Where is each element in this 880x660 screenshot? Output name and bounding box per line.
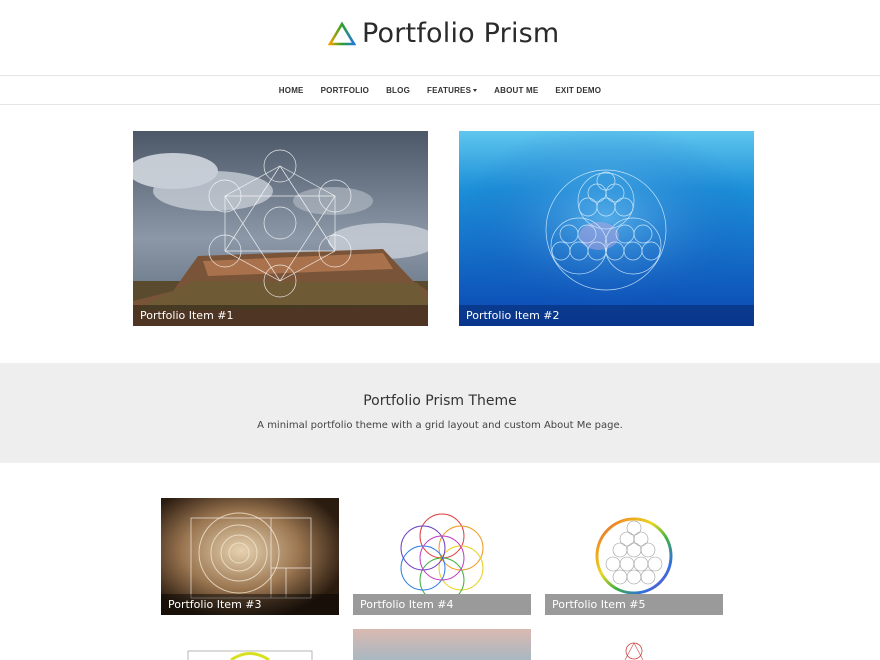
site-header: Portfolio Prism — [0, 0, 880, 75]
prism-triangle-icon — [328, 21, 356, 45]
caret-down-icon — [473, 88, 478, 92]
portfolio-tile-1[interactable]: Portfolio Item #1 — [133, 131, 428, 326]
nav-features[interactable]: Features — [427, 85, 478, 95]
mesa-image — [133, 131, 428, 326]
portfolio-tile-8[interactable] — [545, 629, 723, 660]
nav-features-label: Features — [427, 85, 472, 95]
intro-band: Portfolio Prism Theme A minimal portfoli… — [0, 363, 880, 463]
nav-portfolio[interactable]: Portfolio — [321, 86, 369, 95]
portfolio-tile-7[interactable] — [353, 629, 531, 660]
portfolio-tile-5[interactable]: Portfolio Item #5 — [545, 498, 723, 615]
sky-image — [353, 629, 531, 660]
nav-home[interactable]: Home — [279, 86, 304, 95]
circle-pattern-image — [545, 629, 723, 660]
site-logo[interactable]: Portfolio Prism — [328, 18, 559, 49]
portfolio-tile-2[interactable]: Portfolio Item #2 — [459, 131, 754, 326]
main-nav: Home Portfolio Blog Features About Me Ex… — [0, 75, 880, 105]
portfolio-item-caption: Portfolio Item #4 — [353, 594, 531, 615]
nav-exit-demo[interactable]: Exit Demo — [555, 86, 601, 95]
portfolio-tile-6[interactable] — [161, 629, 339, 660]
nav-about-me[interactable]: About Me — [494, 86, 538, 95]
portfolio-item-caption: Portfolio Item #5 — [545, 594, 723, 615]
geometric-image — [161, 629, 339, 660]
portfolio-item-caption: Portfolio Item #3 — [161, 594, 339, 615]
nav-blog[interactable]: Blog — [386, 86, 410, 95]
portfolio-item-caption: Portfolio Item #2 — [459, 305, 754, 326]
band-subtitle: A minimal portfolio theme with a grid la… — [257, 420, 623, 431]
band-title: Portfolio Prism Theme — [363, 393, 517, 409]
portfolio-tile-4[interactable]: Portfolio Item #4 — [353, 498, 531, 615]
portfolio-item-caption: Portfolio Item #1 — [133, 305, 428, 326]
ocean-image — [459, 131, 754, 326]
site-title: Portfolio Prism — [362, 18, 560, 49]
portfolio-tile-3[interactable]: Portfolio Item #3 — [161, 498, 339, 615]
